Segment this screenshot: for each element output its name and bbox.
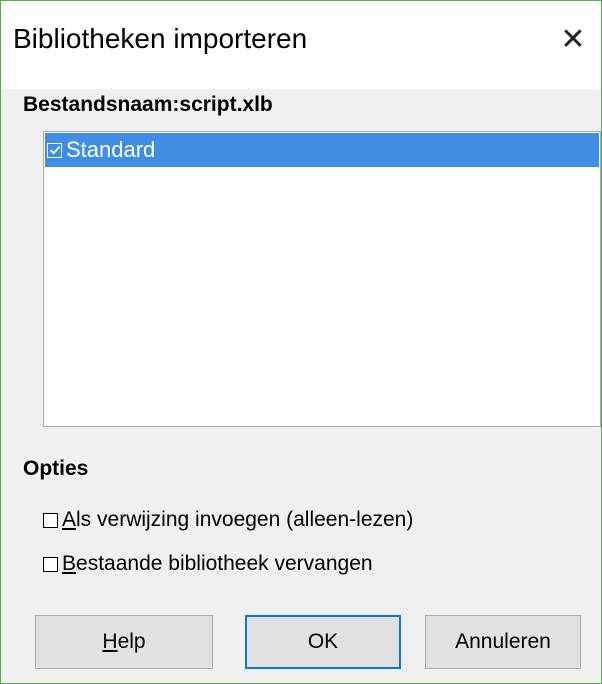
checkbox-checked-icon[interactable]	[47, 142, 62, 158]
dialog-body: Bestandsnaam:script.xlb Standard Opties …	[1, 89, 601, 683]
import-libraries-dialog: Bibliotheken importeren ✕ Bestandsnaam:s…	[0, 0, 602, 684]
list-item-standard[interactable]: Standard	[45, 133, 599, 167]
title-bar: Bibliotheken importeren ✕	[1, 1, 601, 89]
option-insert-as-reference[interactable]: Als verwijzing invoegen (alleen-lezen)	[43, 505, 413, 535]
list-item-label: Standard	[66, 137, 156, 162]
filename-row: Bestandsnaam:script.xlb	[23, 93, 273, 117]
close-icon[interactable]: ✕	[557, 25, 589, 57]
help-button[interactable]: Help	[35, 615, 213, 669]
library-list[interactable]: Standard	[43, 131, 601, 427]
ok-button[interactable]: OK	[245, 615, 401, 669]
option-label: Bestaande bibliotheek vervangen	[62, 552, 373, 575]
option-label: Als verwijzing invoegen (alleen-lezen)	[62, 508, 414, 531]
filename-value: script.xlb	[179, 93, 273, 116]
dialog-title: Bibliotheken importeren	[13, 23, 308, 54]
checkbox-unchecked-icon[interactable]	[43, 512, 58, 528]
options-heading: Opties	[23, 457, 89, 480]
checkbox-unchecked-icon[interactable]	[43, 556, 58, 572]
cancel-button[interactable]: Annuleren	[425, 615, 581, 669]
filename-label: Bestandsnaam:	[23, 93, 180, 116]
option-replace-existing-library[interactable]: Bestaande bibliotheek vervangen	[43, 549, 373, 579]
